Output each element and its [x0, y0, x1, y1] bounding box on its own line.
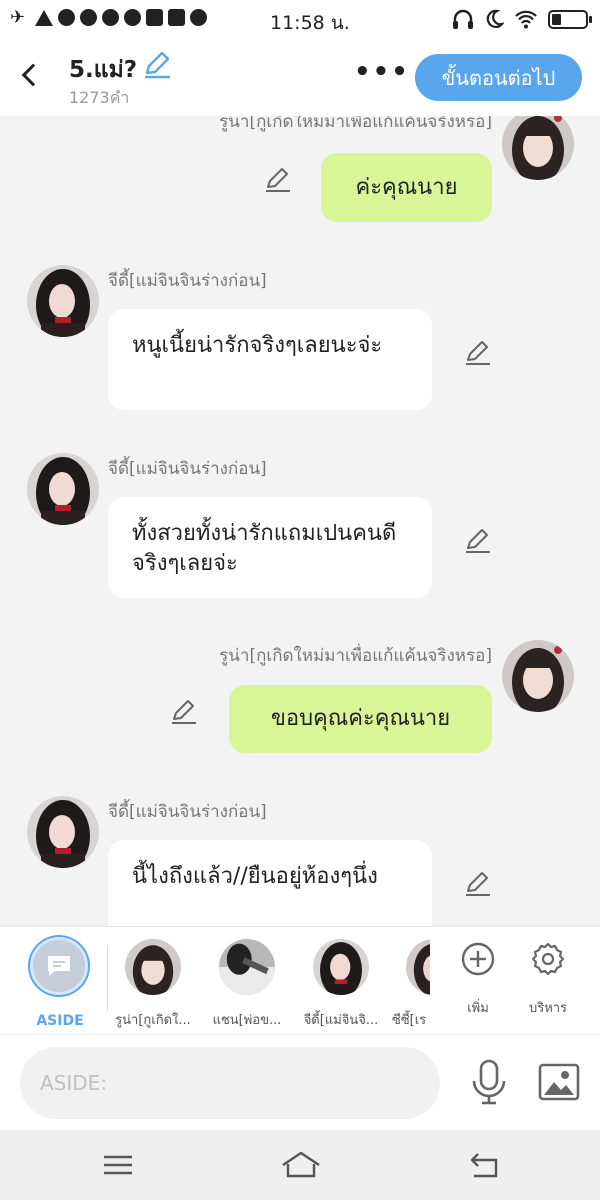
back-icon[interactable]	[466, 1148, 502, 1182]
chrome-icon	[102, 9, 119, 26]
avatar	[125, 939, 181, 995]
do-not-disturb-moon-icon	[486, 9, 504, 28]
system-icons	[452, 9, 592, 29]
clock: 11:58 น.	[270, 12, 350, 34]
add-label: เพิ่ม	[467, 1001, 489, 1016]
character-name: ซีซี้[เร	[392, 1013, 427, 1028]
message-row: จีดี้[แม่จินจินร่างก่อน] ทั้งสวยทั้งน่าร…	[0, 453, 600, 603]
sender-name: จีดี้[แม่จินจินร่างก่อน]	[108, 459, 267, 479]
next-step-button[interactable]: ขั้นตอนต่อไป	[415, 54, 582, 101]
message-bubble[interactable]: ค่ะคุณนาย	[321, 153, 492, 222]
edit-title-pencil-icon[interactable]	[142, 51, 172, 79]
chat-area[interactable]: รูน่า[กูเกิดใหม่มาเพื่อแก้แค้นจริงหรอ] ค…	[0, 116, 600, 926]
character-item[interactable]: ซีซี้[เร	[392, 939, 430, 1030]
aside-chat-icon[interactable]	[30, 937, 88, 995]
messenger-icon	[58, 9, 75, 26]
voice-recorder-icon	[168, 9, 185, 26]
headphones-icon	[453, 9, 473, 29]
message-row: จีดี้[แม่จินจินร่างก่อน] นี้ไงถึงแล้ว//ย…	[0, 796, 600, 926]
plus-circle-icon	[461, 942, 495, 976]
divider	[107, 945, 108, 1011]
edit-message-pencil-icon[interactable]	[464, 339, 492, 367]
gesture-icon	[190, 9, 207, 26]
message-row: รูน่า[กูเกิดใหม่มาเพื่อแก้แค้นจริงหรอ] ค…	[0, 116, 600, 228]
menu-icon[interactable]	[100, 1148, 136, 1182]
avatar	[313, 939, 369, 995]
message-bubble[interactable]: ทั้งสวยทั้งน่ารักแถมเปนคนดีจริงๆเลยจ่ะ	[108, 497, 432, 598]
sender-name: รูน่า[กูเกิดใหม่มาเพื่อแก้แค้นจริงหรอ]	[219, 116, 492, 132]
sender-name: จีดี้[แม่จินจินร่างก่อน]	[108, 271, 267, 291]
chat-header: 5.แม่? 1273คำ ••• ขั้นตอนต่อไป	[0, 40, 600, 116]
avatar[interactable]	[502, 116, 574, 180]
edit-message-pencil-icon[interactable]	[464, 527, 492, 555]
message-input-bar	[0, 1034, 600, 1130]
avatar[interactable]	[27, 796, 99, 868]
character-item[interactable]: จีดี้[แม่จินจิ...	[298, 939, 384, 1030]
character-list[interactable]: รูน่า[กูเกิดใ... แชน[พ่อข... จีดี้[แม่จิ…	[110, 927, 430, 1035]
character-selector-bar: ASIDE รูน่า[กูเกิดใ... แชน[พ่อข... จีดี้…	[0, 926, 600, 1034]
home-icon[interactable]	[280, 1148, 322, 1182]
more-options-icon[interactable]: •••	[354, 59, 410, 85]
chrome-icon	[124, 9, 141, 26]
chrome-icon	[80, 9, 97, 26]
edit-message-pencil-icon[interactable]	[264, 166, 292, 194]
message-bubble[interactable]: นี้ไงถึงแล้ว//ยืนอยู่ห้องๆนึ่ง	[108, 840, 432, 926]
edit-message-pencil-icon[interactable]	[464, 870, 492, 898]
system-navigation-bar	[0, 1130, 600, 1200]
mail-icon	[146, 9, 163, 26]
manage-button[interactable]: บริหาร	[518, 941, 578, 1018]
airplane-mode-icon: ✈	[10, 7, 26, 28]
wifi-icon	[515, 10, 537, 29]
aside-label: ASIDE	[36, 1013, 84, 1029]
aside-text-input[interactable]	[20, 1047, 440, 1119]
aside-tab[interactable]: ASIDE	[30, 937, 90, 1029]
avatar	[406, 939, 430, 995]
character-item[interactable]: รูน่า[กูเกิดใ...	[110, 939, 196, 1030]
character-name: รูน่า[กูเกิดใ...	[115, 1013, 191, 1028]
message-bubble[interactable]: ขอบคุณค่ะคุณนาย	[229, 685, 492, 753]
edit-message-pencil-icon[interactable]	[170, 698, 198, 726]
message-row: รูน่า[กูเกิดใหม่มาเพื่อแก้แค้นจริงหรอ] ข…	[0, 640, 600, 770]
sender-name: รูน่า[กูเกิดใหม่มาเพื่อแก้แค้นจริงหรอ]	[219, 646, 492, 666]
message-row: จีดี้[แม่จินจินร่างก่อน] หนูเนี้ยน่ารักจ…	[0, 265, 600, 415]
character-name: จีดี้[แม่จินจิ...	[303, 1013, 379, 1028]
avatar	[219, 939, 275, 995]
microphone-icon[interactable]	[470, 1059, 508, 1105]
sender-name: จีดี้[แม่จินจินร่างก่อน]	[108, 802, 267, 822]
warning-icon	[35, 9, 53, 26]
notification-icons: ✈	[10, 7, 207, 28]
character-name: แชน[พ่อข...	[212, 1013, 282, 1028]
back-chevron-icon[interactable]	[14, 56, 50, 92]
image-picker-icon[interactable]	[538, 1063, 580, 1101]
avatar[interactable]	[27, 453, 99, 525]
manage-label: บริหาร	[528, 1001, 568, 1016]
chapter-title: 5.แม่?	[69, 57, 138, 83]
avatar[interactable]	[502, 640, 574, 712]
word-count: 1273คำ	[69, 88, 130, 107]
avatar[interactable]	[27, 265, 99, 337]
status-bar: ✈ 11:58 น.	[0, 0, 600, 40]
gear-icon	[531, 942, 565, 976]
battery-icon	[548, 9, 592, 29]
character-item[interactable]: แชน[พ่อข...	[204, 939, 290, 1030]
message-bubble[interactable]: หนูเนี้ยน่ารักจริงๆเลยนะจ่ะ	[108, 309, 432, 410]
add-character-button[interactable]: เพิ่ม	[448, 941, 508, 1018]
